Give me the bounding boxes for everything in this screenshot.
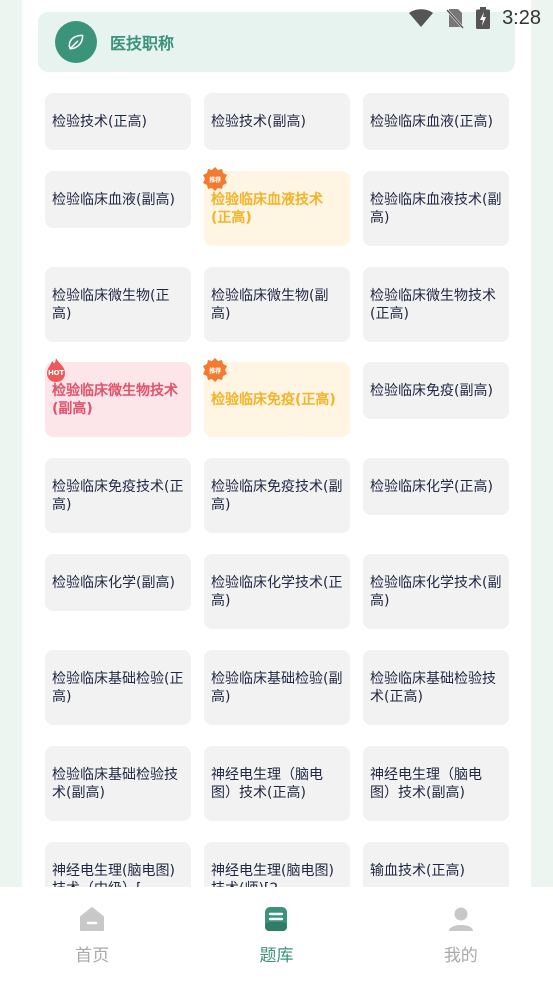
- exam-tile[interactable]: 检验临床化学(副高): [45, 554, 191, 611]
- exam-tile-label: 检验临床血液(副高): [52, 191, 175, 208]
- exam-tile-label: 检验临床基础检验技术(副高): [52, 766, 178, 801]
- exam-tile-label: 检验临床免疫技术(正高): [52, 478, 184, 513]
- exam-tile-label: 检验临床微生物(副高): [211, 287, 329, 322]
- recommended-badge-text: 推荐: [209, 367, 221, 375]
- exam-tile[interactable]: 检验临床基础检验技术(正高): [363, 650, 509, 725]
- exam-tile-label: 检验临床免疫(副高): [370, 382, 493, 399]
- exam-tile[interactable]: 检验临床血液(副高): [45, 171, 191, 228]
- exam-tile[interactable]: 检验临床化学技术(副高): [363, 554, 509, 629]
- exam-tile[interactable]: 检验临床微生物(副高): [204, 267, 350, 342]
- app-screen: 医技职称 检验技术(正高) 检验技术(副高) 检验临床血液(正高) 检验临床血液(副高…: [0, 0, 553, 983]
- exam-tile[interactable]: 检验临床免疫(副高): [363, 362, 509, 419]
- exam-tile[interactable]: 检验临床基础检验(正高): [45, 650, 191, 725]
- exam-tile[interactable]: 检验临床微生物(正高): [45, 267, 191, 342]
- tab-profile[interactable]: 我的: [369, 887, 553, 983]
- exam-tile-label: 检验临床血液(正高): [370, 113, 493, 130]
- exam-tile[interactable]: 检验临床基础检验(副高): [204, 650, 350, 725]
- status-time: 3:28: [502, 6, 541, 29]
- exam-tile-label: 检验临床基础检验(副高): [211, 670, 343, 705]
- exam-tile-label: 输血技术(正高): [370, 862, 465, 879]
- exam-tile[interactable]: 检验技术(副高): [204, 93, 350, 150]
- exam-tile-label: 检验技术(副高): [211, 113, 306, 130]
- tab-label-profile: 我的: [443, 946, 478, 966]
- exam-tile[interactable]: 神经电生理(脑电图)技术(师)[2: [204, 842, 350, 887]
- status-bar: 3:28: [353, 0, 553, 36]
- exam-tile[interactable]: 检验临床免疫技术(正高): [45, 458, 191, 533]
- tab-label-question-bank: 题库: [259, 946, 294, 966]
- exam-tile[interactable]: 检验临床血液技术(副高): [363, 171, 509, 246]
- exam-tile[interactable]: 检验临床基础检验技术(副高): [45, 746, 191, 821]
- exam-tile[interactable]: 检验临床微生物技术(正高): [363, 267, 509, 342]
- recommended-badge-icon: 推荐: [203, 358, 227, 382]
- exam-tile[interactable]: 检验临床化学(正高): [363, 458, 509, 515]
- exam-tile-label: 神经电生理(脑电图)技术(师)[2: [211, 862, 334, 888]
- no-sim-icon: [446, 9, 464, 29]
- exam-tile[interactable]: 神经电生理(脑电图)技术（中级）[: [45, 842, 191, 887]
- exam-tile-label: 检验临床基础检验(正高): [52, 670, 184, 705]
- exam-tile-label: 检验临床基础检验技术(正高): [370, 670, 496, 705]
- exam-tile-label: 检验临床血液技术(正高): [211, 191, 323, 226]
- exam-tile-label: 检验临床微生物技术(副高): [52, 382, 178, 417]
- exam-tile-label: 检验技术(正高): [52, 113, 147, 130]
- exam-tile-label: 神经电生理（脑电图）技术(副高): [370, 766, 482, 801]
- exam-tile-label: 神经电生理（脑电图）技术(正高): [211, 766, 323, 801]
- exam-tile[interactable]: 检验临床血液(正高): [363, 93, 509, 150]
- exam-tile[interactable]: 检验技术(正高): [45, 93, 191, 150]
- exam-tile-label: 神经电生理(脑电图)技术（中级）[: [52, 862, 175, 888]
- home-icon: [80, 907, 105, 931]
- exam-tile-label: 检验临床微生物(正高): [52, 287, 170, 322]
- exam-tile-label: 检验临床微生物技术(正高): [370, 287, 496, 322]
- tab-home[interactable]: 首页: [0, 887, 184, 983]
- exam-tile-label: 检验临床化学技术(副高): [370, 574, 502, 609]
- exam-grid: 检验技术(正高) 检验技术(副高) 检验临床血液(正高) 检验临床血液(副高) 检验临床…: [0, 0, 553, 887]
- hot-badge-text: HOT: [48, 369, 64, 377]
- exam-tile[interactable]: 检验临床化学技术(正高): [204, 554, 350, 629]
- exam-tile-label: 检验临床血液技术(副高): [370, 191, 502, 226]
- exam-tile-label: 检验临床化学(正高): [370, 478, 493, 495]
- tab-question-bank[interactable]: 题库: [184, 887, 368, 983]
- wifi-icon: [409, 9, 434, 27]
- exam-tile-label: 检验临床化学(副高): [52, 574, 175, 591]
- recommended-badge-text: 推荐: [209, 176, 221, 184]
- exam-tile[interactable]: 神经电生理（脑电图）技术(副高): [363, 746, 509, 821]
- battery-icon: [476, 7, 491, 29]
- exam-tile[interactable]: 输血技术(正高): [363, 842, 509, 887]
- profile-icon: [448, 907, 473, 931]
- hot-flame-icon: HOT: [44, 358, 68, 382]
- exam-tile[interactable]: 神经电生理（脑电图）技术(正高): [204, 746, 350, 821]
- exam-tile-label: 检验临床化学技术(正高): [211, 574, 343, 609]
- question-bank-icon: [265, 907, 288, 931]
- exam-tile-label: 检验临床免疫技术(副高): [211, 478, 343, 513]
- tab-label-home: 首页: [75, 946, 110, 966]
- bottom-tab-bar: 首页 题库 我的: [0, 887, 553, 983]
- exam-tile[interactable]: 检验临床免疫技术(副高): [204, 458, 350, 533]
- exam-tile-label: 检验临床免疫(正高): [211, 391, 336, 408]
- recommended-badge-icon: 推荐: [203, 167, 227, 191]
